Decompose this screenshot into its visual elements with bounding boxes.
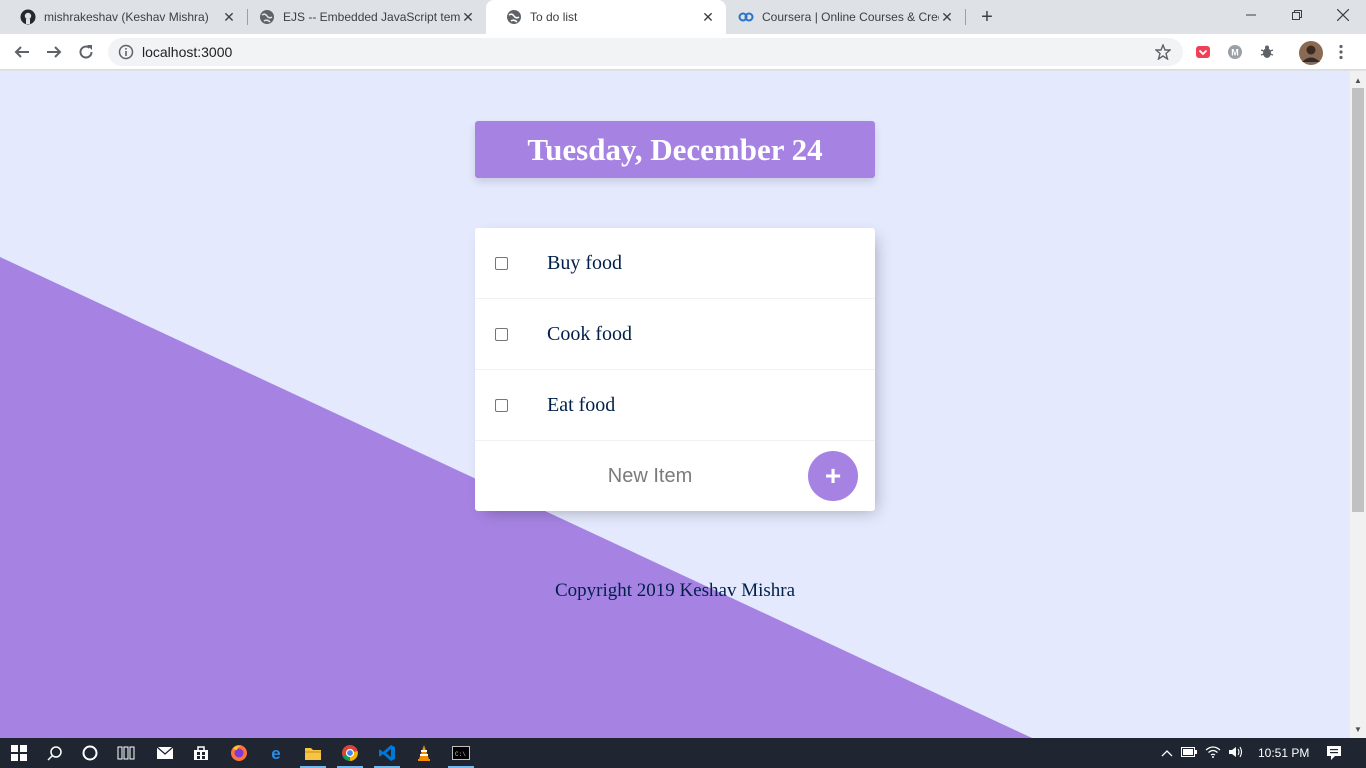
close-icon[interactable]: ✕: [221, 9, 237, 25]
tab-title: Coursera | Online Courses & Credentials: [762, 10, 939, 24]
clock-time[interactable]: 10:51 PM: [1258, 746, 1318, 760]
todo-list-box: Buy food Cook food Eat food New Item +: [475, 228, 875, 511]
new-item-form: New Item +: [475, 441, 875, 511]
vscode-icon[interactable]: [376, 742, 398, 764]
url-text: localhost:3000: [142, 44, 233, 60]
close-icon[interactable]: ✕: [460, 9, 476, 25]
m-extension-icon[interactable]: M: [1226, 43, 1244, 61]
item-checkbox[interactable]: [495, 256, 508, 270]
list-item: Cook food: [475, 299, 875, 370]
vertical-scrollbar[interactable]: ▲ ▼: [1350, 71, 1366, 738]
terminal-icon[interactable]: C:\: [450, 742, 472, 764]
list-item: Eat food: [475, 370, 875, 441]
tab-separator: [965, 9, 966, 25]
address-bar[interactable]: localhost:3000: [108, 38, 1183, 66]
mail-icon[interactable]: [154, 742, 176, 764]
scroll-thumb[interactable]: [1352, 88, 1364, 512]
reload-icon[interactable]: [72, 38, 100, 66]
footer-author-name: Keshav Mishra: [679, 580, 796, 601]
tab-title: mishrakeshav (Keshav Mishra): [44, 10, 209, 24]
footer-copyright: Copyright 2019: [554, 580, 680, 601]
item-checkbox[interactable]: [495, 398, 508, 412]
info-icon[interactable]: [118, 44, 134, 60]
svg-text:e: e: [271, 744, 280, 762]
tab-todo[interactable]: To do list ✕: [486, 0, 726, 34]
search-icon[interactable]: [44, 742, 66, 764]
item-label: Buy food: [547, 251, 622, 274]
new-tab-button[interactable]: +: [976, 6, 998, 28]
windows-taskbar: e C:\ 10:51 PM: [0, 738, 1366, 768]
svg-text:C:\: C:\: [455, 751, 466, 758]
page-viewport: Tuesday, December 24 Buy food Cook food …: [0, 71, 1350, 738]
tab-coursera[interactable]: Coursera | Online Courses & Credentials …: [718, 0, 965, 34]
add-item-button[interactable]: +: [808, 451, 858, 501]
close-icon[interactable]: ✕: [939, 9, 955, 25]
tab-ejs[interactable]: EJS -- Embedded JavaScript templates ✕: [239, 0, 486, 34]
chevron-up-icon[interactable]: [1158, 746, 1176, 760]
page-title: Tuesday, December 24: [527, 131, 823, 167]
profile-avatar[interactable]: [1299, 41, 1323, 65]
svg-text:M: M: [1231, 48, 1239, 58]
footer: Copyright 2019 Keshav Mishra: [0, 580, 1350, 602]
system-tray: 10:51 PM: [1158, 738, 1318, 768]
item-label: Eat food: [547, 393, 616, 416]
pocket-extension-icon[interactable]: [1194, 43, 1212, 61]
tab-title: To do list: [530, 10, 578, 24]
store-icon[interactable]: [190, 742, 212, 764]
task-view-icon[interactable]: [115, 742, 137, 764]
volume-icon[interactable]: [1224, 746, 1248, 761]
cortana-icon[interactable]: [79, 742, 101, 764]
restore-icon[interactable]: [1274, 0, 1320, 30]
windows-start-icon[interactable]: [8, 742, 30, 764]
file-explorer-icon[interactable]: [302, 742, 324, 764]
list-item: Buy food: [475, 228, 875, 299]
tab-strip: mishrakeshav (Keshav Mishra) ✕ EJS -- Em…: [0, 0, 1366, 34]
globe-icon: [259, 9, 275, 25]
chrome-icon[interactable]: [339, 742, 361, 764]
tab-github[interactable]: mishrakeshav (Keshav Mishra) ✕: [0, 0, 247, 34]
back-icon[interactable]: [8, 38, 36, 66]
tab-title: EJS -- Embedded JavaScript templates: [283, 10, 460, 24]
github-icon: [20, 9, 36, 25]
battery-icon[interactable]: [1176, 746, 1202, 760]
new-item-input[interactable]: New Item: [495, 465, 805, 488]
menu-dots-icon[interactable]: [1332, 43, 1350, 61]
minimize-icon[interactable]: [1228, 0, 1274, 30]
scroll-up-icon[interactable]: ▲: [1350, 72, 1366, 88]
browser-toolbar: localhost:3000 M: [0, 34, 1366, 70]
item-checkbox[interactable]: [495, 327, 508, 341]
close-icon[interactable]: ✕: [700, 9, 716, 25]
date-heading-box: Tuesday, December 24: [475, 121, 875, 178]
firefox-icon[interactable]: [228, 742, 250, 764]
forward-icon[interactable]: [40, 38, 68, 66]
close-window-icon[interactable]: [1320, 0, 1366, 30]
notifications-icon[interactable]: [1323, 742, 1345, 764]
globe-icon: [506, 9, 522, 25]
coursera-icon: [738, 9, 754, 25]
bookmark-star-icon[interactable]: [1155, 44, 1171, 60]
wifi-icon[interactable]: [1202, 745, 1224, 761]
bug-extension-icon[interactable]: [1258, 43, 1276, 61]
edge-icon[interactable]: e: [265, 742, 287, 764]
scroll-down-icon[interactable]: ▼: [1350, 721, 1366, 737]
vlc-icon[interactable]: [413, 742, 435, 764]
item-label: Cook food: [547, 322, 632, 345]
